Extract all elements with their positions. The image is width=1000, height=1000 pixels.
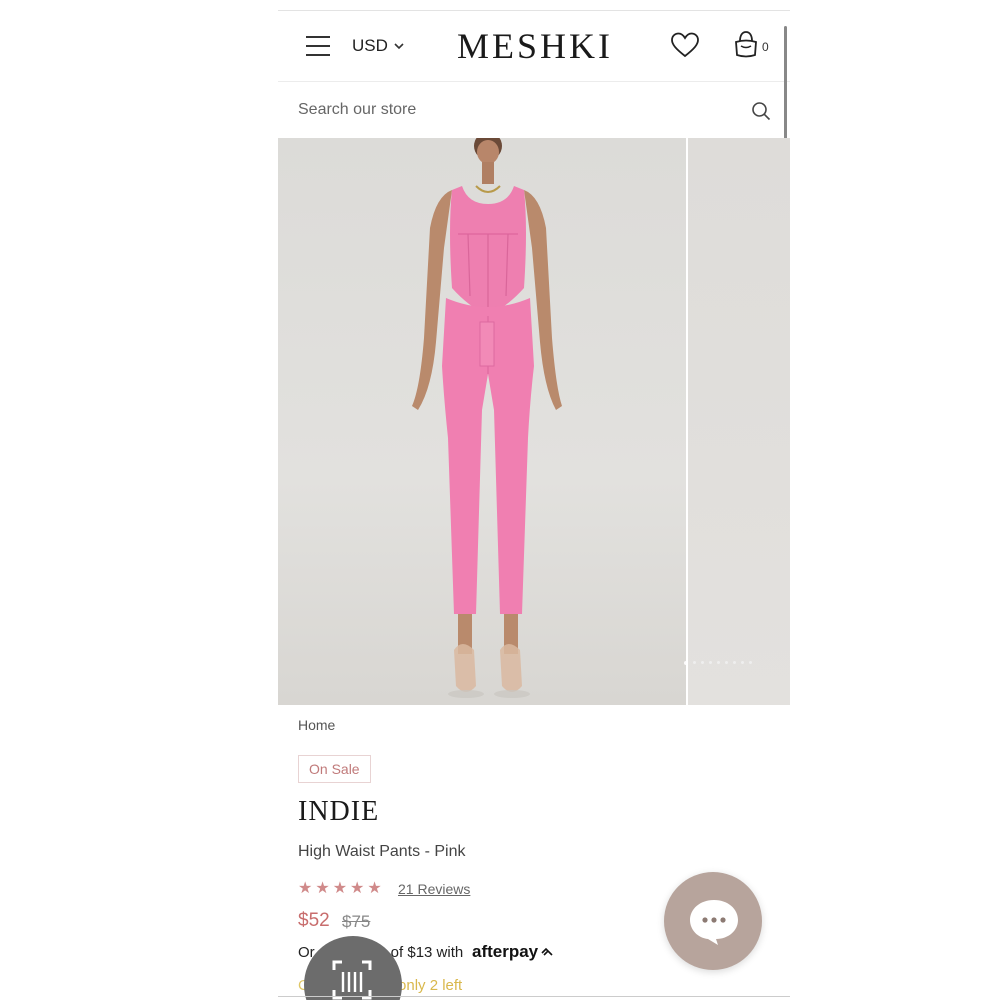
chevron-down-icon xyxy=(394,43,404,50)
product-gallery[interactable] xyxy=(278,138,790,705)
shopping-bag-icon[interactable] xyxy=(733,30,759,60)
search-bar xyxy=(278,82,790,138)
product-image-next[interactable] xyxy=(688,138,790,705)
gallery-dot[interactable] xyxy=(693,661,696,664)
gallery-dot[interactable] xyxy=(741,661,744,664)
scan-icon xyxy=(332,960,372,1000)
chat-bubble-icon xyxy=(690,900,738,945)
chat-button[interactable] xyxy=(664,872,762,970)
reviews-link[interactable]: 21 Reviews xyxy=(398,881,470,897)
afterpay-label: afterpay xyxy=(472,942,539,961)
gallery-dot[interactable] xyxy=(709,661,712,664)
cart-count: 0 xyxy=(762,40,769,54)
gallery-dot[interactable] xyxy=(725,661,728,664)
compare-price: $75 xyxy=(342,912,371,931)
bottom-divider xyxy=(278,996,790,997)
star-icon: ★ xyxy=(350,880,365,897)
sale-badge: On Sale xyxy=(298,755,371,783)
search-icon[interactable] xyxy=(751,101,771,121)
mobile-page: USD MESHKI 0 Search our store Home On Sa… xyxy=(278,0,790,1000)
page-scrollbar[interactable] xyxy=(784,26,787,152)
gallery-pagination[interactable] xyxy=(684,660,752,665)
menu-icon[interactable] xyxy=(306,36,330,56)
product-photo xyxy=(412,138,562,698)
star-icon: ★ xyxy=(315,880,330,897)
sale-price: $52 xyxy=(298,910,330,931)
currency-selector[interactable]: USD xyxy=(352,36,404,56)
heart-icon[interactable] xyxy=(671,32,699,58)
gallery-dot[interactable] xyxy=(749,661,752,664)
gallery-dot[interactable] xyxy=(733,661,736,664)
gallery-dot[interactable] xyxy=(684,660,688,665)
star-icon: ★ xyxy=(367,880,382,897)
rating-stars[interactable]: ★ ★ ★ ★ ★ xyxy=(298,878,382,898)
brand-logo[interactable]: MESHKI xyxy=(448,25,622,67)
afterpay-arrows-icon xyxy=(541,947,553,956)
gallery-dot[interactable] xyxy=(717,661,720,664)
gallery-dot[interactable] xyxy=(701,661,704,664)
breadcrumb[interactable]: Home xyxy=(298,717,335,733)
product-subtitle: High Waist Pants - Pink xyxy=(298,843,466,860)
currency-label: USD xyxy=(352,36,388,55)
star-icon: ★ xyxy=(298,880,313,897)
search-input[interactable] xyxy=(298,96,738,124)
afterpay-logo[interactable]: afterpay xyxy=(472,942,554,962)
product-image-main[interactable] xyxy=(278,138,686,705)
star-icon: ★ xyxy=(332,880,348,897)
installment-amount: of $13 with xyxy=(390,944,464,961)
product-title: INDIE xyxy=(298,796,380,827)
site-header: USD MESHKI 0 xyxy=(278,11,790,81)
